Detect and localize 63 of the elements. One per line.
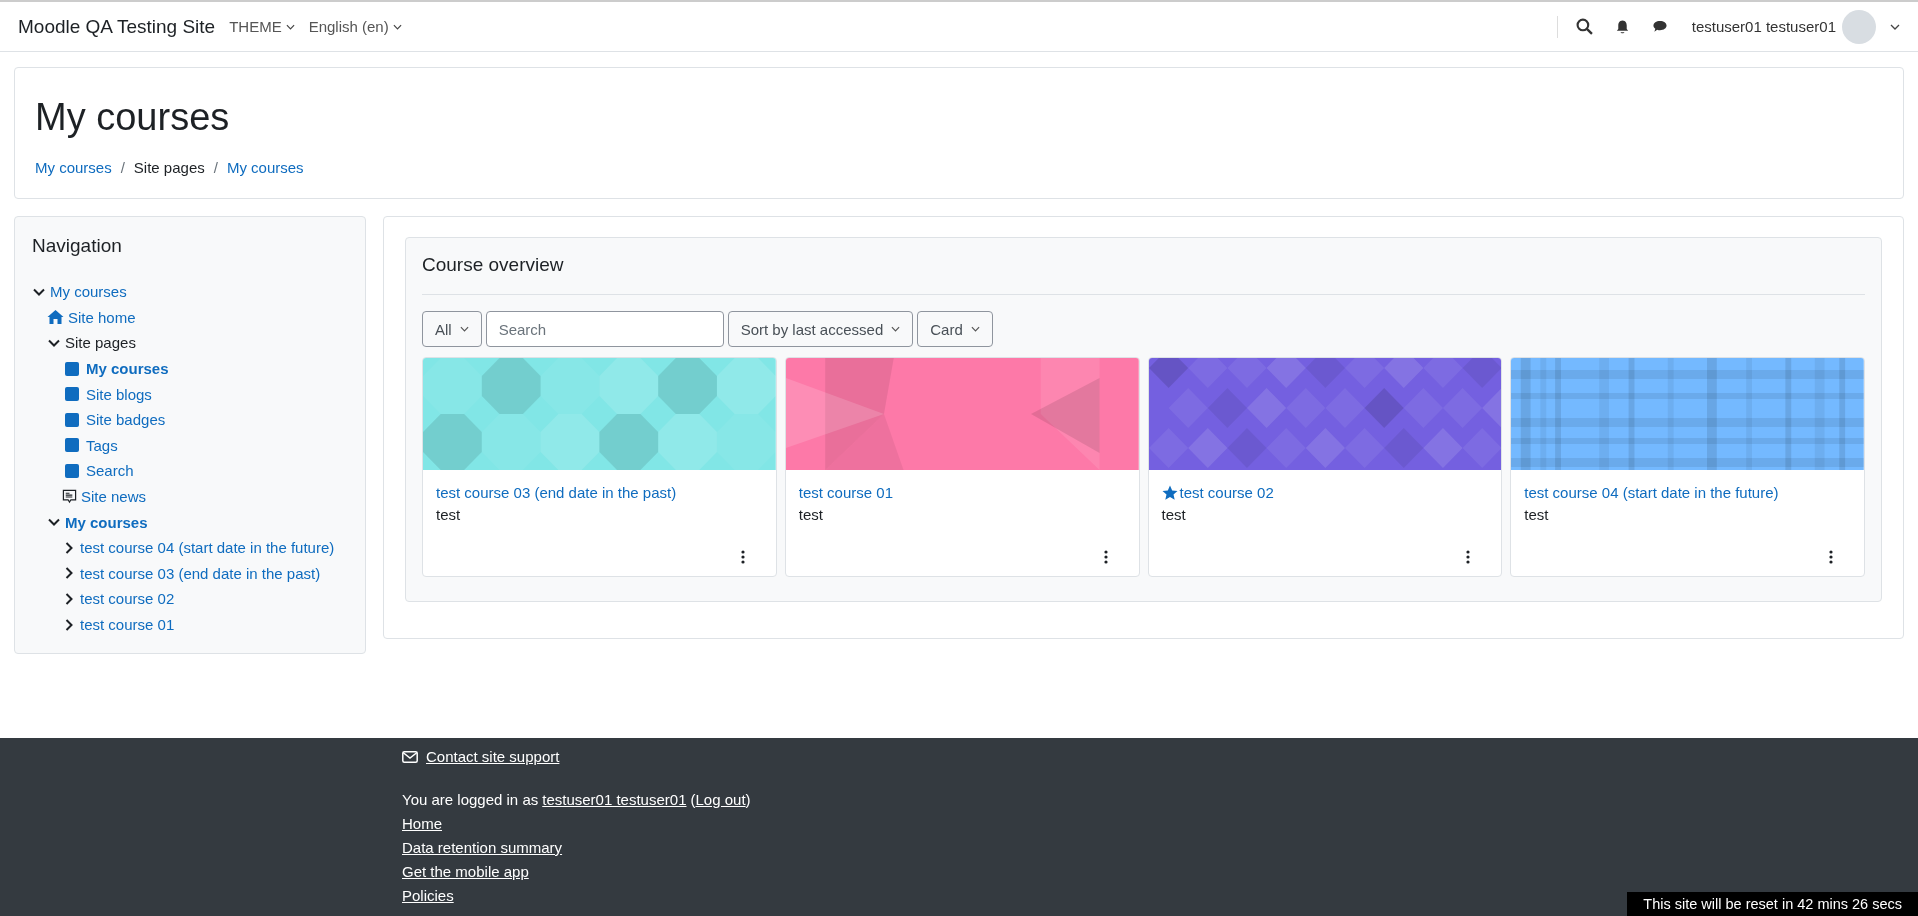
nav-link[interactable]: test course 04 (start date in the future) bbox=[80, 539, 335, 557]
parenthesis: ( bbox=[690, 791, 696, 808]
site-name[interactable]: Moodle QA Testing Site bbox=[18, 15, 216, 38]
nav-link[interactable]: My courses bbox=[86, 360, 169, 378]
nav-link[interactable]: test course 02 bbox=[80, 590, 175, 608]
nav-label: Site pages bbox=[65, 334, 136, 352]
view-dropdown[interactable]: Card bbox=[917, 311, 993, 347]
breadcrumb-separator: / bbox=[120, 159, 125, 176]
block-title: Navigation bbox=[32, 235, 123, 257]
nav-link[interactable]: Site home bbox=[68, 308, 136, 326]
more-options-icon[interactable] bbox=[740, 550, 745, 564]
search-icon[interactable] bbox=[1575, 18, 1593, 35]
nav-link[interactable]: Site badges bbox=[86, 411, 166, 429]
nav-link[interactable]: Search bbox=[86, 462, 134, 480]
course-category: test bbox=[798, 506, 824, 523]
nav-link[interactable]: My courses bbox=[50, 283, 127, 301]
chat-bubble-icon[interactable] bbox=[1651, 19, 1668, 34]
bell-icon[interactable] bbox=[1614, 18, 1630, 35]
course-category: test bbox=[1161, 506, 1187, 523]
course-link[interactable]: test course 02 bbox=[1179, 484, 1274, 501]
more-options-icon[interactable] bbox=[1466, 550, 1471, 564]
course-link[interactable]: test course 04 (start date in the future) bbox=[1524, 484, 1779, 501]
caret-icon bbox=[891, 326, 901, 332]
caret-icon bbox=[459, 326, 469, 332]
sort-dropdown[interactable]: Sort by last accessed bbox=[727, 311, 914, 347]
footer-link[interactable]: Home bbox=[402, 815, 442, 832]
caret-icon bbox=[285, 23, 295, 30]
parenthesis: ) bbox=[745, 791, 751, 808]
page-title: My courses bbox=[35, 96, 231, 139]
nav-link[interactable]: Tags bbox=[86, 436, 118, 454]
nav-link[interactable]: test course 03 (end date in the past) bbox=[80, 564, 321, 582]
footer-link[interactable]: Get the mobile app bbox=[402, 863, 529, 880]
breadcrumb-separator: / bbox=[213, 159, 218, 176]
course-link[interactable]: test course 03 (end date in the past) bbox=[436, 484, 677, 501]
course-category: test bbox=[1524, 506, 1550, 523]
dropdown-menu[interactable]: THEME bbox=[229, 18, 295, 35]
footer-link[interactable]: Policies bbox=[402, 887, 454, 904]
breadcrumb-link[interactable]: My courses bbox=[35, 159, 112, 176]
logged-in-text: You are logged in as bbox=[402, 791, 539, 808]
caret-icon bbox=[970, 326, 980, 332]
breadcrumb-link[interactable]: My courses bbox=[226, 159, 304, 176]
user-name[interactable]: testuser01 testuser01 bbox=[1691, 18, 1836, 35]
nav-link[interactable]: test course 01 bbox=[80, 616, 175, 633]
logout-link[interactable]: Log out bbox=[695, 791, 746, 808]
course-link[interactable]: test course 01 bbox=[798, 484, 893, 501]
more-options-icon[interactable] bbox=[1829, 550, 1833, 564]
envelope-icon bbox=[402, 750, 418, 763]
nav-link[interactable]: Site news bbox=[81, 488, 147, 506]
caret-icon[interactable] bbox=[1890, 23, 1900, 30]
nav-link[interactable]: My courses bbox=[65, 513, 148, 531]
caret-icon bbox=[392, 23, 402, 30]
user-link[interactable]: testuser01 testuser01 bbox=[542, 791, 687, 808]
breadcrumb-item: Site pages bbox=[133, 159, 205, 176]
search-field[interactable]: Search bbox=[485, 311, 724, 347]
dropdown-menu[interactable]: English (en) bbox=[308, 18, 402, 35]
nav-link[interactable]: Site blogs bbox=[86, 385, 152, 403]
reset-notice: This site will be reset in 42 mins 26 secs bbox=[1627, 892, 1918, 916]
filter-dropdown[interactable]: All bbox=[422, 311, 482, 347]
footer-link[interactable]: Data retention summary bbox=[402, 839, 563, 856]
more-options-icon[interactable] bbox=[1103, 550, 1108, 564]
contact-link[interactable]: Contact site support bbox=[426, 748, 560, 765]
block-title: Course overview bbox=[422, 254, 565, 276]
course-category: test bbox=[436, 506, 462, 523]
